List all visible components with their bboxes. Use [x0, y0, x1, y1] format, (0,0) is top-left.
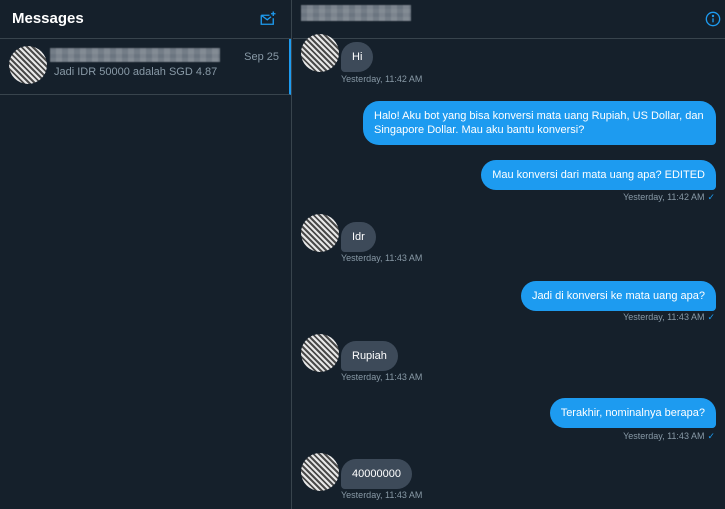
- message-bubble-incoming: 40000000: [341, 459, 412, 489]
- message-avatar: [301, 214, 339, 252]
- conversation-avatar: [9, 46, 47, 84]
- conversation-sidebar: Messages Sep 25 Jadi IDR 50000 adalah SG…: [0, 0, 292, 509]
- message-bubble-outgoing: Terakhir, nominalnya berapa?: [549, 398, 716, 428]
- message-timestamp: Yesterday, 11:43 AM ✓: [623, 431, 715, 442]
- checkmark-icon: ✓: [707, 312, 715, 322]
- message-bubble-outgoing: Jadi di konversi ke mata uang apa?: [520, 281, 716, 311]
- chat-header: [293, 0, 725, 39]
- message-bubble-incoming: Idr: [341, 222, 376, 252]
- checkmark-icon: ✓: [707, 431, 715, 441]
- sidebar-header: Messages: [0, 0, 291, 39]
- conversation-name-redacted: [50, 48, 220, 62]
- message-avatar: [301, 334, 339, 372]
- conversation-item[interactable]: Sep 25 Jadi IDR 50000 adalah SGD 4.87: [0, 39, 291, 95]
- chat-pane: Hi Yesterday, 11:42 AM Halo! Aku bot yan…: [293, 0, 725, 509]
- message-timestamp: Yesterday, 11:43 AM: [341, 490, 423, 500]
- message-bubble-incoming: Hi: [341, 42, 374, 72]
- message-bubble-incoming: Rupiah: [341, 341, 398, 371]
- info-icon[interactable]: [705, 11, 721, 27]
- message-timestamp-text: Yesterday, 11:42 AM: [623, 192, 705, 202]
- message-bubble-outgoing: Halo! Aku bot yang bisa konversi mata ua…: [363, 101, 716, 145]
- sidebar-title: Messages: [12, 10, 84, 27]
- message-timestamp: Yesterday, 11:43 AM: [341, 253, 423, 263]
- message-timestamp: Yesterday, 11:43 AM ✓: [623, 312, 715, 323]
- message-timestamp-text: Yesterday, 11:43 AM: [623, 312, 705, 322]
- conversation-date: Sep 25: [244, 51, 279, 63]
- message-timestamp: Yesterday, 11:42 AM ✓: [623, 192, 715, 203]
- conversation-preview: Jadi IDR 50000 adalah SGD 4.87: [54, 66, 218, 78]
- message-timestamp-text: Yesterday, 11:43 AM: [623, 431, 705, 441]
- message-bubble-outgoing: Mau konversi dari mata uang apa? EDITED: [481, 160, 716, 190]
- compose-message-icon[interactable]: [259, 10, 277, 28]
- message-avatar: [301, 34, 339, 72]
- message-timestamp: Yesterday, 11:43 AM: [341, 372, 423, 382]
- chat-contact-name-redacted: [301, 5, 411, 21]
- checkmark-icon: ✓: [707, 192, 715, 202]
- message-avatar: [301, 453, 339, 491]
- message-timestamp: Yesterday, 11:42 AM: [341, 74, 423, 84]
